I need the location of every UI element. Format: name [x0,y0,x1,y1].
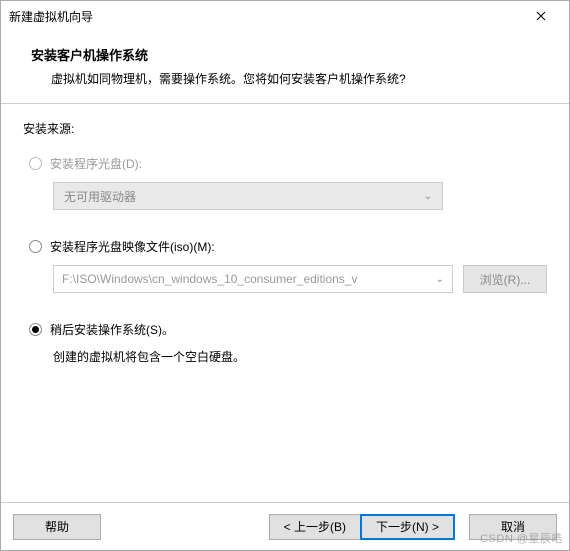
iso-path-input: F:\ISO\Windows\cn_windows_10_consumer_ed… [53,265,453,293]
browse-button: 浏览(R)... [463,265,547,293]
radio-input-iso[interactable] [29,240,42,253]
close-button[interactable] [521,2,561,30]
close-icon [536,11,546,21]
disc-drive-dropdown: 无可用驱动器 ⌄ [53,182,443,210]
radio-input-later[interactable] [29,323,42,336]
wizard-footer: 帮助 < 上一步(B) 下一步(N) > 取消 [1,502,569,550]
window-title: 新建虚拟机向导 [9,8,521,25]
radio-label-iso: 安装程序光盘映像文件(iso)(M): [50,238,215,255]
back-button[interactable]: < 上一步(B) [269,514,361,540]
chevron-down-icon: ⌄ [436,274,444,285]
radio-input-disc [29,157,42,170]
radio-label-disc: 安装程序光盘(D): [50,155,142,172]
wizard-content: 安装来源: 安装程序光盘(D): 无可用驱动器 ⌄ 安装程序光盘映像文件(iso… [1,104,569,502]
header-subtitle: 虚拟机如同物理机，需要操作系统。您将如何安装客户机操作系统? [51,70,539,87]
option-installer-disc: 安装程序光盘(D): 无可用驱动器 ⌄ [29,155,547,210]
chevron-down-icon: ⌄ [424,191,432,202]
option-installer-iso: 安装程序光盘映像文件(iso)(M): F:\ISO\Windows\cn_wi… [29,238,547,293]
radio-label-later: 稍后安装操作系统(S)。 [50,321,174,338]
option-install-later: 稍后安装操作系统(S)。 创建的虚拟机将包含一个空白硬盘。 [29,321,547,365]
install-later-description: 创建的虚拟机将包含一个空白硬盘。 [53,348,547,365]
wizard-header: 安装客户机操作系统 虚拟机如同物理机，需要操作系统。您将如何安装客户机操作系统? [1,31,569,103]
cancel-button[interactable]: 取消 [469,514,557,540]
header-title: 安装客户机操作系统 [31,45,539,64]
install-source-label: 安装来源: [23,120,547,137]
titlebar: 新建虚拟机向导 [1,1,569,31]
next-button[interactable]: 下一步(N) > [360,514,455,540]
help-button[interactable]: 帮助 [13,514,101,540]
radio-installer-iso[interactable]: 安装程序光盘映像文件(iso)(M): [29,238,547,255]
iso-path-value: F:\ISO\Windows\cn_windows_10_consumer_ed… [62,272,357,286]
dropdown-value: 无可用驱动器 [64,188,136,205]
radio-install-later[interactable]: 稍后安装操作系统(S)。 [29,321,547,338]
radio-installer-disc: 安装程序光盘(D): [29,155,547,172]
